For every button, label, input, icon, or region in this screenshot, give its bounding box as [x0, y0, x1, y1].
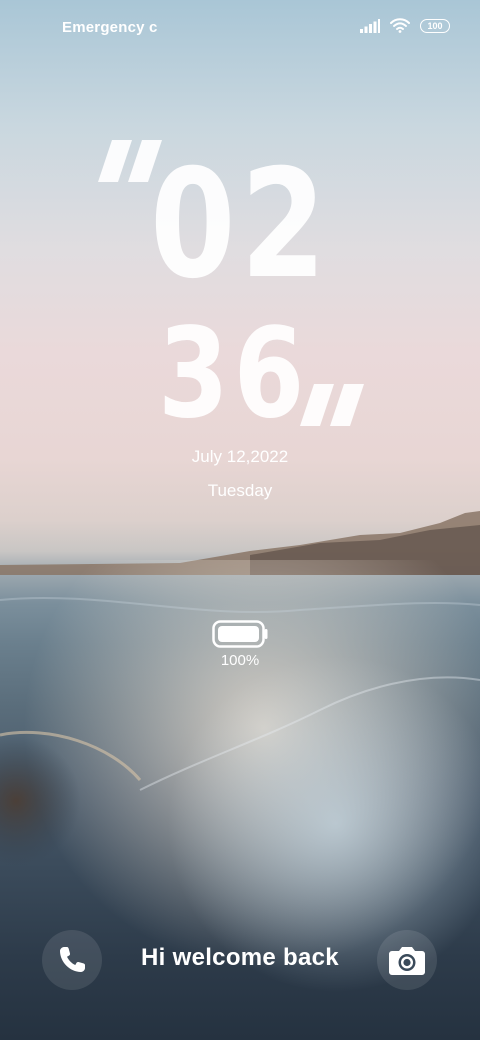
phone-icon: [60, 947, 85, 972]
welcome-message: Hi welcome back: [141, 944, 339, 971]
date-text: July 12,2022: [191, 447, 289, 466]
camera-icon: [389, 947, 425, 975]
clock-hours: 02: [150, 138, 332, 312]
lock-screen: Emergency c 100 02 36 July 12,2022 Tuesd…: [0, 0, 480, 1040]
charging-indicator: 100%: [0, 620, 480, 669]
weekday-text: Tuesday: [207, 481, 273, 500]
close-quote-icon: [300, 384, 364, 426]
clock-minutes: 36: [158, 302, 310, 446]
bottom-shortcuts: Hi welcome back: [0, 930, 480, 990]
lock-clock: 02 36: [0, 0, 480, 440]
phone-shortcut-button[interactable]: [42, 930, 102, 990]
charging-percent: 100%: [220, 652, 260, 669]
camera-shortcut-button[interactable]: [377, 930, 437, 990]
charging-battery-icon: [212, 620, 268, 648]
